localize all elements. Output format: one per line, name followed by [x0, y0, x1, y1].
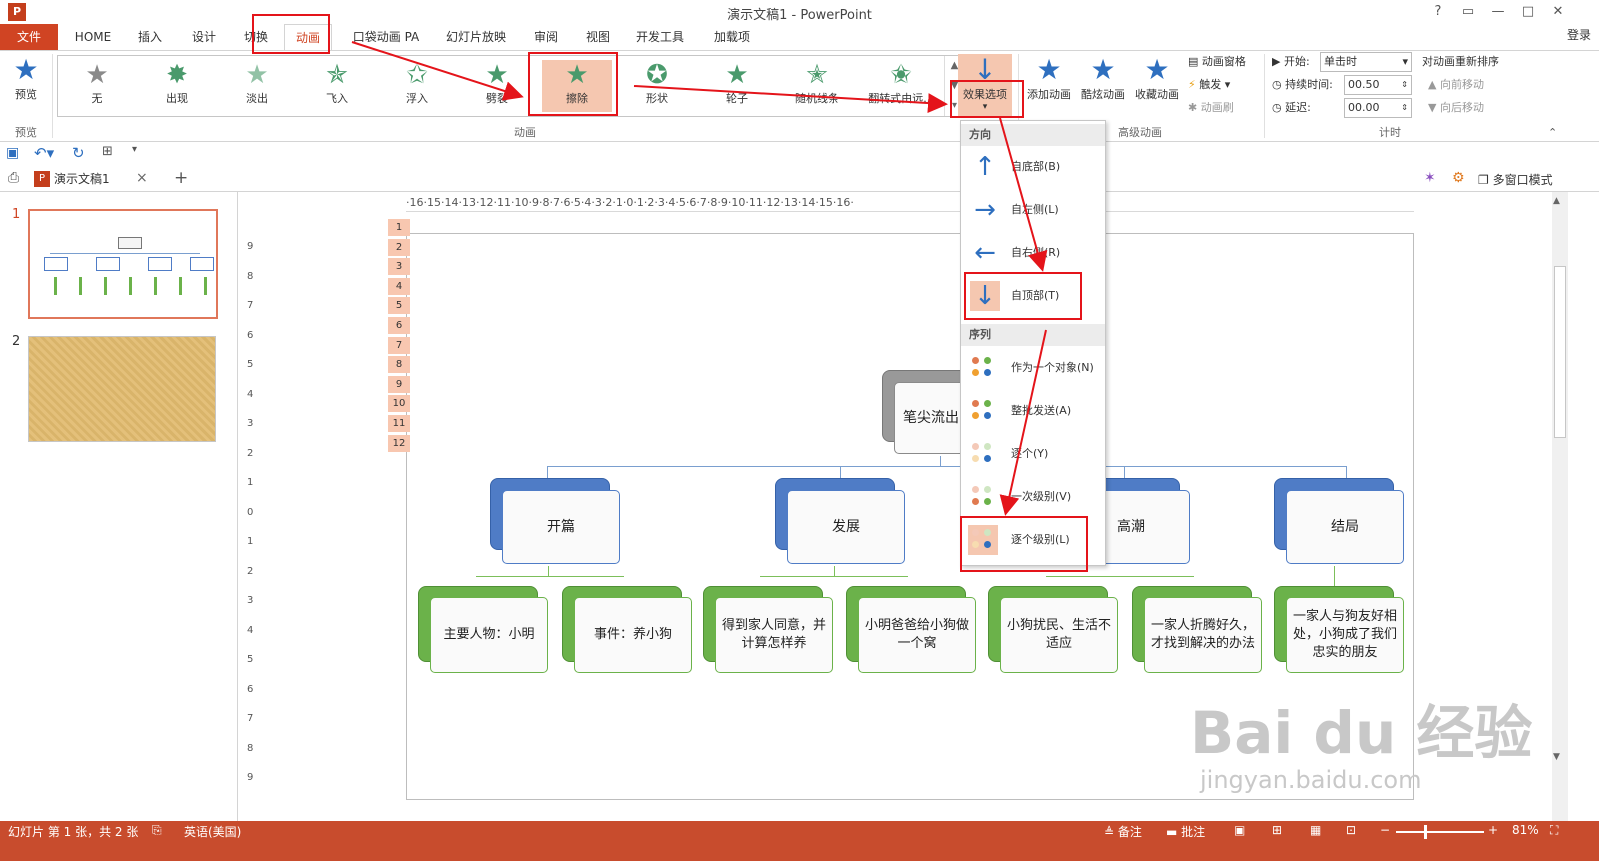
zoom-slider[interactable]: [1396, 831, 1484, 833]
zoom-level[interactable]: 81%: [1512, 823, 1539, 837]
normal-view-icon[interactable]: ▣: [1234, 823, 1245, 837]
zoom-out-icon[interactable]: −: [1380, 823, 1390, 837]
notes-button[interactable]: ≜ 备注: [1104, 823, 1142, 840]
notes-icon: ≜: [1104, 825, 1118, 839]
scroll-up-icon[interactable]: ▲: [1553, 196, 1560, 206]
reading-view-icon[interactable]: ▦: [1310, 823, 1321, 837]
scroll-down-icon[interactable]: ▼: [1553, 752, 1560, 762]
zoom-slider-thumb[interactable]: [1424, 825, 1427, 839]
annotation-arrows: [351, 41, 1048, 516]
zoom-in-icon[interactable]: +: [1488, 823, 1498, 837]
slide-sorter-icon[interactable]: ⊞: [1272, 823, 1282, 837]
slide-count: 幻灯片 第 1 张，共 2 张: [8, 825, 139, 839]
fit-slide-icon[interactable]: ⛶: [1550, 823, 1558, 838]
scroll-thumb[interactable]: [1554, 266, 1566, 438]
comment-icon: ▬: [1166, 825, 1182, 839]
language-status[interactable]: 英语(美国): [184, 823, 241, 840]
proofing-icon[interactable]: ⎘: [152, 823, 162, 838]
slideshow-icon[interactable]: ⊡: [1346, 823, 1356, 837]
comments-button[interactable]: ▬ 批注: [1166, 823, 1205, 840]
